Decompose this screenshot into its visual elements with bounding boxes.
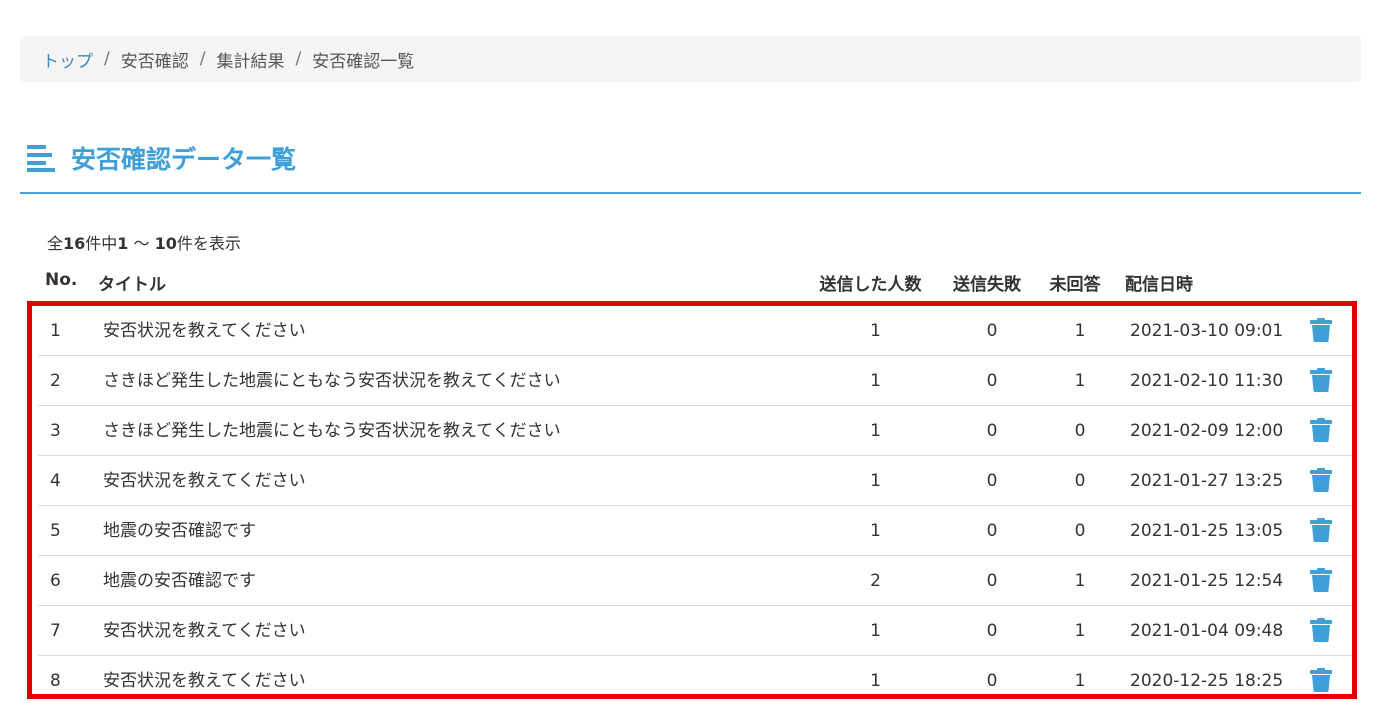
page-heading: 安否確認データ一覧	[20, 134, 1361, 194]
row-no: 2	[50, 371, 61, 391]
header-title: タイトル	[98, 275, 166, 295]
row-sent-count: 1	[870, 621, 881, 641]
header-unanswered: 未回答	[1049, 275, 1101, 295]
row-date: 2020-12-25 18:25	[1130, 671, 1284, 691]
breadcrumb-separator: /	[104, 49, 110, 69]
row-sent-count: 1	[870, 321, 881, 341]
row-failed-count: 0	[986, 621, 998, 641]
table-row[interactable]: 1 安否状況を教えてください 1 0 1 2021-03-10 09:01	[38, 306, 1352, 356]
row-no: 8	[50, 671, 61, 691]
row-sent-count: 1	[870, 421, 881, 441]
row-date: 2021-01-27 13:25	[1130, 471, 1284, 491]
count-mid: 件中	[85, 234, 118, 253]
count-total: 16	[63, 234, 86, 253]
header-no: No.	[45, 270, 78, 290]
row-title[interactable]: さきほど発生した地震にともなう安否状況を教えてください	[103, 406, 561, 456]
table-row[interactable]: 7 安否状況を教えてください 1 0 1 2021-01-04 09:48	[38, 606, 1352, 656]
row-no: 4	[50, 471, 61, 491]
count-range-sep: ～	[128, 234, 155, 253]
row-failed-count: 0	[986, 571, 998, 591]
row-date: 2021-01-04 09:48	[1130, 621, 1284, 641]
trash-icon[interactable]	[1310, 368, 1332, 394]
trash-icon[interactable]	[1310, 668, 1332, 694]
header-failed: 送信失敗	[953, 275, 1021, 295]
row-no: 7	[50, 621, 61, 641]
row-title[interactable]: 安否状況を教えてください	[103, 306, 306, 356]
row-unanswered-count: 0	[1074, 471, 1086, 491]
count-to: 10	[154, 234, 177, 253]
list-icon	[27, 144, 57, 176]
breadcrumb-separator: /	[199, 49, 206, 69]
table-row[interactable]: 3 さきほど発生した地震にともなう安否状況を教えてください 1 0 0 2021-02-0…	[38, 406, 1352, 456]
row-date: 2021-02-09 12:00	[1130, 421, 1284, 441]
row-failed-count: 0	[986, 421, 998, 441]
row-no: 3	[50, 421, 61, 441]
row-unanswered-count: 1	[1074, 671, 1086, 691]
trash-icon[interactable]	[1310, 568, 1332, 594]
trash-icon[interactable]	[1310, 518, 1332, 544]
table-row[interactable]: 5 地震の安否確認です 1 0 0 2021-01-25 13:05	[38, 506, 1352, 556]
table-row[interactable]: 2 さきほど発生した地震にともなう安否状況を教えてください 1 0 1 2021-02-1…	[38, 356, 1352, 406]
row-failed-count: 0	[986, 521, 998, 541]
count-suffix: 件を表示	[176, 234, 241, 253]
result-count: 全16件中1 ～ 10件を表示	[47, 230, 241, 254]
trash-icon[interactable]	[1310, 618, 1332, 644]
row-sent-count: 1	[870, 521, 881, 541]
row-sent-count: 1	[870, 371, 881, 391]
row-title[interactable]: 安否状況を教えてください	[103, 606, 306, 656]
count-from: 1	[117, 234, 129, 253]
row-date: 2021-02-10 11:30	[1130, 371, 1284, 391]
row-title[interactable]: 安否状況を教えてください	[103, 656, 306, 694]
breadcrumb: トップ / 安否確認 / 集計結果 / 安否確認一覧	[20, 36, 1361, 82]
row-date: 2021-03-10 09:01	[1130, 321, 1284, 341]
row-sent-count: 1	[870, 471, 881, 491]
row-date: 2021-01-25 13:05	[1130, 521, 1284, 541]
header-sent: 送信した人数	[819, 275, 922, 295]
row-unanswered-count: 0	[1074, 421, 1086, 441]
row-unanswered-count: 1	[1074, 621, 1086, 641]
row-unanswered-count: 1	[1074, 371, 1086, 391]
row-no: 1	[50, 321, 61, 341]
breadcrumb-item-current: 安否確認一覧	[312, 51, 415, 72]
table-row[interactable]: 6 地震の安否確認です 2 0 1 2021-01-25 12:54	[38, 556, 1352, 606]
row-title[interactable]: 地震の安否確認です	[103, 506, 256, 556]
breadcrumb-home-link[interactable]: トップ	[42, 47, 93, 72]
row-unanswered-count: 1	[1074, 571, 1086, 591]
trash-icon[interactable]	[1310, 318, 1332, 344]
highlighted-table: 1 安否状況を教えてください 1 0 1 2021-03-10 09:01 2 さきほど発生し…	[27, 301, 1357, 699]
page-title: 安否確認データ一覧	[71, 145, 297, 174]
row-unanswered-count: 1	[1074, 321, 1086, 341]
row-unanswered-count: 0	[1074, 521, 1086, 541]
row-failed-count: 0	[986, 671, 998, 691]
row-title[interactable]: 地震の安否確認です	[103, 556, 256, 606]
table-row[interactable]: 8 安否状況を教えてください 1 0 1 2020-12-25 18:25	[38, 656, 1352, 694]
row-title[interactable]: さきほど発生した地震にともなう安否状況を教えてください	[103, 356, 561, 406]
trash-icon[interactable]	[1310, 418, 1332, 444]
row-date: 2021-01-25 12:54	[1130, 571, 1284, 591]
breadcrumb-separator: /	[295, 49, 302, 69]
row-failed-count: 0	[986, 321, 998, 341]
row-failed-count: 0	[986, 471, 998, 491]
breadcrumb-item-results: 集計結果	[216, 51, 285, 72]
count-prefix: 全	[47, 234, 64, 253]
row-no: 5	[50, 521, 61, 541]
row-sent-count: 1	[870, 671, 881, 691]
row-failed-count: 0	[986, 371, 998, 391]
row-sent-count: 2	[870, 571, 881, 591]
table-row[interactable]: 4 安否状況を教えてください 1 0 0 2021-01-27 13:25	[38, 456, 1352, 506]
breadcrumb-item-anpi: 安否確認	[120, 51, 189, 72]
trash-icon[interactable]	[1310, 468, 1332, 494]
header-date: 配信日時	[1125, 275, 1193, 295]
row-no: 6	[50, 571, 61, 591]
row-title[interactable]: 安否状況を教えてください	[103, 456, 306, 506]
table-header: No. タイトル 送信した人数 送信失敗 未回答 配信日時	[0, 266, 1395, 296]
